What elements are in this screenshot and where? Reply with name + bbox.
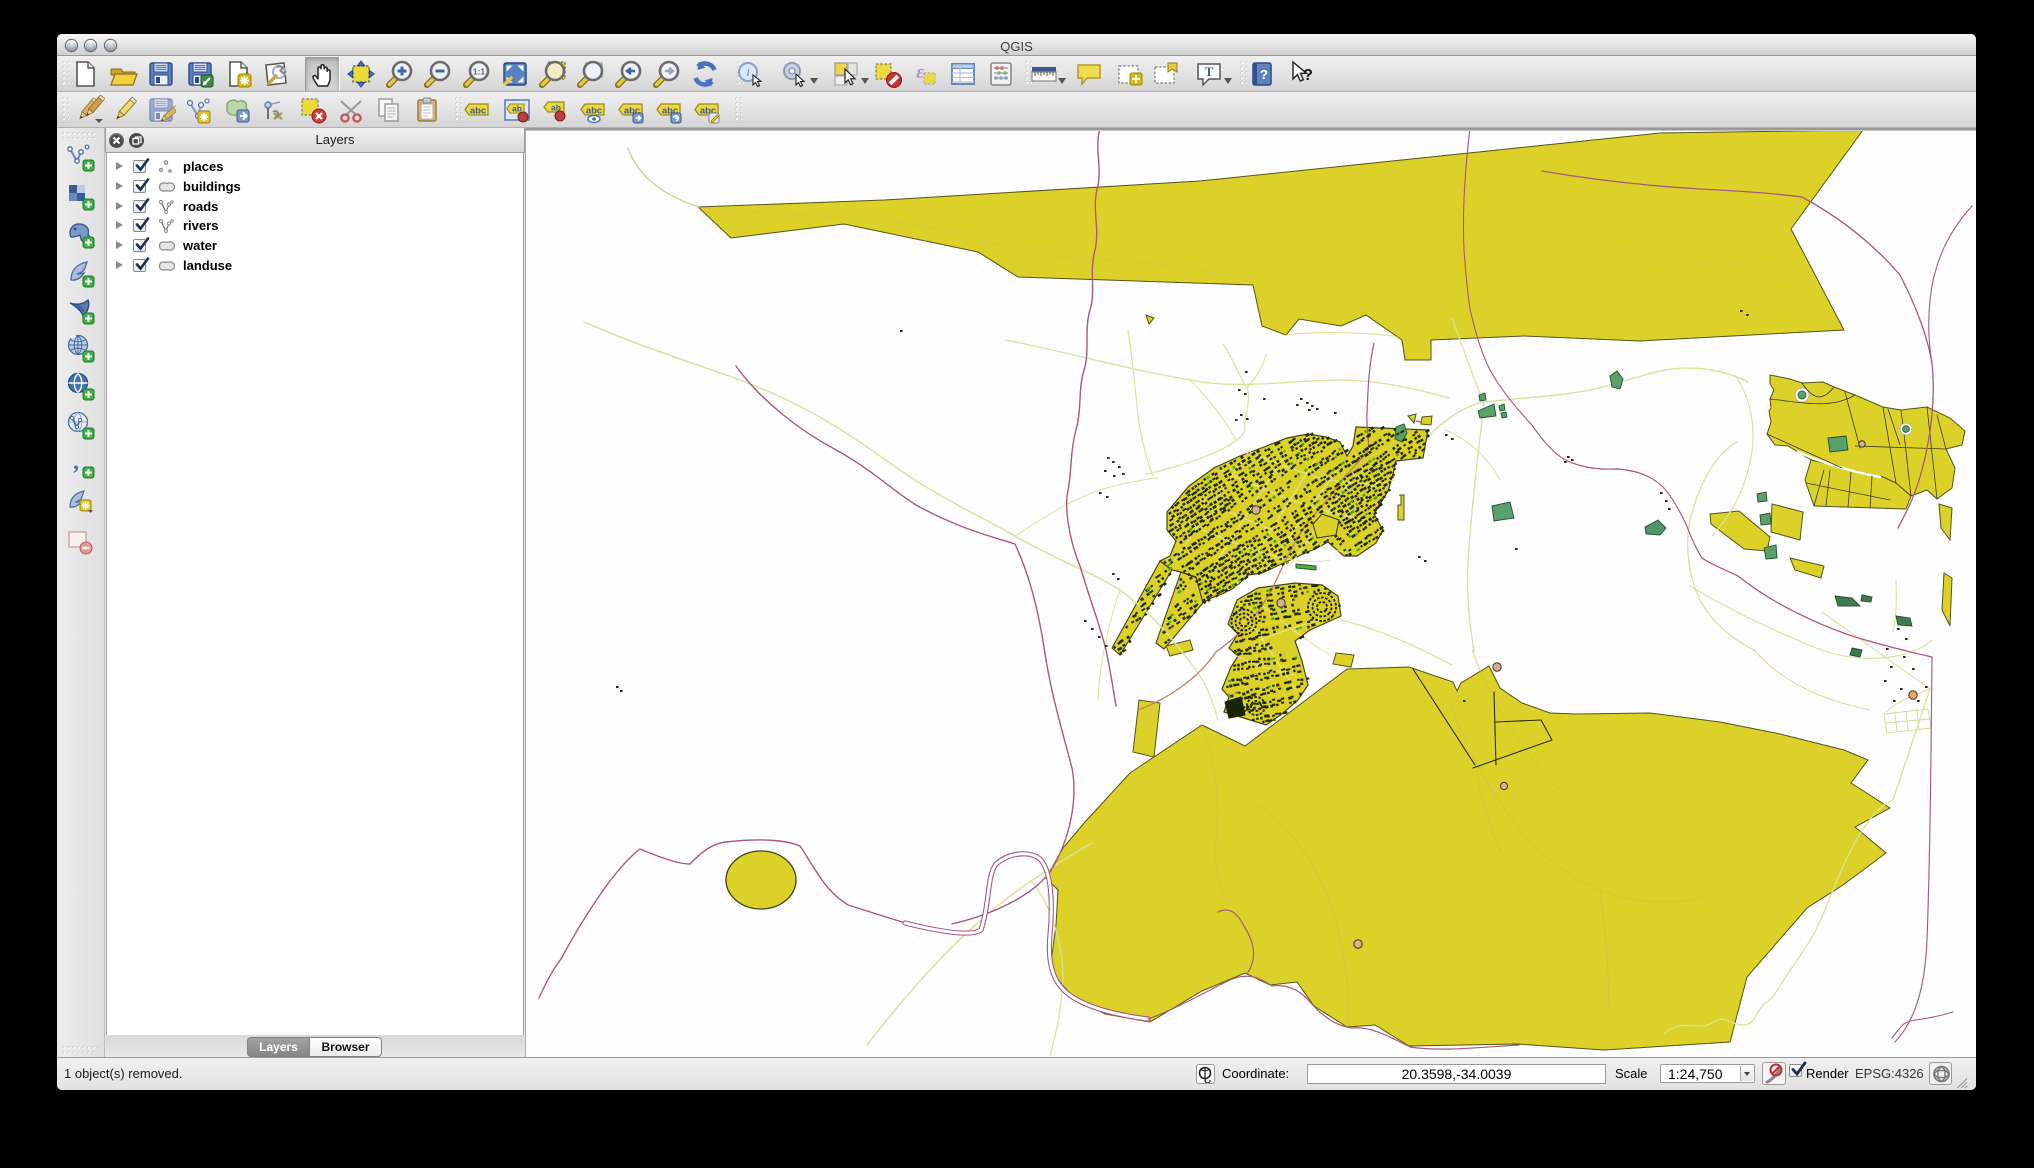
svg-text:T: T	[1205, 64, 1214, 79]
svg-text:?: ?	[1303, 67, 1313, 84]
svg-text:ab: ab	[512, 104, 522, 114]
svg-text:abc: abc	[470, 106, 486, 117]
svg-text:i: i	[746, 65, 749, 79]
svg-text:1:1: 1:1	[473, 67, 486, 77]
svg-text:?: ?	[1260, 67, 1268, 82]
svg-text:ε: ε	[916, 62, 924, 83]
svg-text:,: ,	[73, 449, 79, 475]
